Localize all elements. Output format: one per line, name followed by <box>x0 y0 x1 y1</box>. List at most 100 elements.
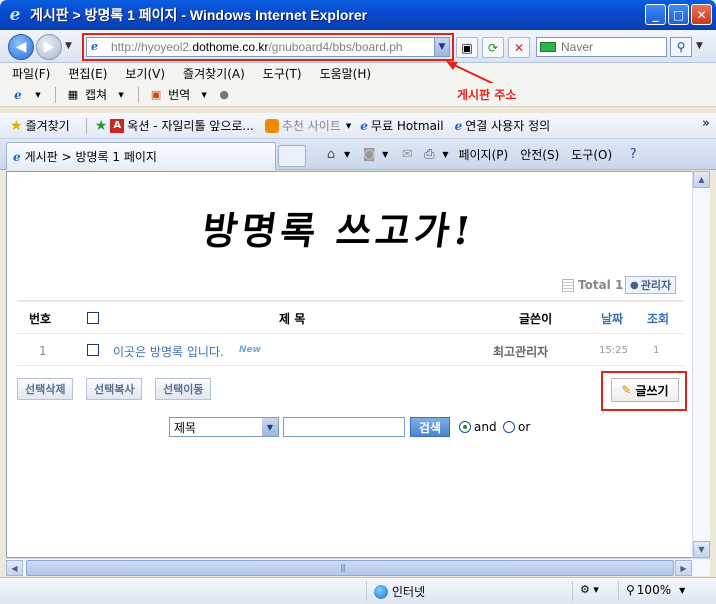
auction-site-icon: A <box>110 118 125 133</box>
history-dropdown-icon[interactable]: ▼ <box>65 41 72 51</box>
search-field-select[interactable]: 제목 ▼ <box>169 417 279 437</box>
header-date[interactable]: 날짜 <box>601 310 623 327</box>
mail-icon[interactable]: ✉ <box>398 145 416 163</box>
settings-circle-icon[interactable]: ● <box>216 87 232 103</box>
feed-dropdown-icon[interactable]: ▼ <box>382 150 388 159</box>
close-button[interactable]: ✕ <box>691 4 712 25</box>
add-favorite-icon[interactable]: ★ <box>95 118 108 134</box>
back-button[interactable]: ◀ <box>8 34 34 60</box>
search-box[interactable] <box>536 37 667 57</box>
new-badge: New <box>239 345 261 355</box>
translate-button[interactable]: 번역 <box>168 86 190 103</box>
tab-active[interactable]: e 게시판 > 방명록 1 페이지 <box>6 142 276 170</box>
search-go-button[interactable]: ⚲ <box>670 37 692 57</box>
zoom-magnifier-icon: ⚲ <box>626 583 635 597</box>
compat-view-icon[interactable]: ▣ <box>456 37 478 58</box>
horizontal-scrollbar[interactable]: ◀ ||| ▶ <box>6 558 710 576</box>
menu-file[interactable]: 파일(F) <box>12 65 50 82</box>
row-writer[interactable]: 최고관리자 <box>493 343 548 360</box>
refresh-icon[interactable]: ⟳ <box>482 37 504 58</box>
header-num: 번호 <box>29 312 52 326</box>
row-num: 1 <box>39 344 47 358</box>
help-icon[interactable]: ? <box>624 145 642 163</box>
tools-menu-button[interactable]: 도구(O) <box>571 146 612 163</box>
capture-dropdown-icon[interactable]: ▼ <box>113 87 129 103</box>
address-annotation-label: 게시판 주소 <box>457 88 517 102</box>
scroll-right-icon[interactable]: ▶ <box>675 560 692 576</box>
address-highlight-box <box>82 33 454 61</box>
favorite-item[interactable]: 연결 사용자 정의 <box>465 117 550 134</box>
page-menu-button[interactable]: 페이지(P) <box>458 146 508 163</box>
pin-icon: ● <box>630 279 639 291</box>
zoom-dropdown-icon[interactable]: ▼ <box>679 586 685 595</box>
menu-favorites[interactable]: 즐겨찾기(A) <box>183 65 245 82</box>
admin-button[interactable]: ● 관리자 <box>625 276 677 294</box>
copy-selected-button[interactable]: 선택복사 <box>86 378 143 400</box>
search-input[interactable] <box>561 40 661 54</box>
menu-edit[interactable]: 편집(E) <box>68 65 107 82</box>
radio-and[interactable] <box>459 421 471 433</box>
print-icon[interactable]: ⎙ <box>420 145 438 163</box>
zoom-level[interactable]: ⚲ 100% ▼ <box>626 583 685 597</box>
capture-button[interactable]: 캡쳐 <box>85 86 107 103</box>
safety-menu-button[interactable]: 안전(S) <box>520 146 559 163</box>
back-arrow-icon: ◀ <box>15 39 27 55</box>
header-hits[interactable]: 조회 <box>647 310 669 327</box>
row-date: 15:25 <box>599 345 628 356</box>
tab-label: 게시판 > 방명록 1 페이지 <box>24 150 157 164</box>
ie-menu-icon[interactable]: e <box>10 87 26 103</box>
select-dropdown-icon: ▼ <box>262 418 278 436</box>
home-dropdown-icon[interactable]: ▼ <box>344 150 350 159</box>
suggested-dropdown-icon[interactable]: ▼ <box>346 122 351 130</box>
favorite-item[interactable]: 추천 사이트 <box>282 117 341 134</box>
suggested-sites-icon <box>264 118 279 133</box>
print-dropdown-icon[interactable]: ▼ <box>442 150 448 159</box>
favorites-star-icon: ★ <box>10 117 23 134</box>
forward-arrow-icon: ▶ <box>43 39 55 55</box>
row-subject-link[interactable]: 이곳은 방명록 입니다. <box>113 343 224 360</box>
page-icon: e <box>454 118 463 133</box>
ie-menu-dropdown-icon[interactable]: ▼ <box>30 87 46 103</box>
rss-feed-icon[interactable]: ◙ <box>360 145 378 163</box>
stop-icon[interactable]: ✕ <box>508 37 530 58</box>
scroll-left-icon[interactable]: ◀ <box>6 560 23 576</box>
scroll-down-icon[interactable]: ▼ <box>693 541 710 558</box>
favorites-button[interactable]: 즐겨찾기 <box>26 117 70 134</box>
new-tab-button[interactable] <box>278 145 306 167</box>
title-bar[interactable]: e 게시판 > 방명록 1 페이지 - Windows Internet Exp… <box>0 0 716 30</box>
delete-selected-button[interactable]: 선택삭제 <box>17 378 74 400</box>
scroll-thumb[interactable] <box>26 560 674 576</box>
radio-or[interactable] <box>503 421 515 433</box>
board-title: 방명록 쓰고가! <box>199 208 478 253</box>
header-subject: 제 목 <box>279 312 306 326</box>
favorite-item[interactable]: 무료 Hotmail <box>371 117 444 134</box>
menu-tools[interactable]: 도구(T) <box>263 65 302 82</box>
links-toolbar: e ▼ ▦ 캡쳐 ▼ ▣ 번역 ▼ ● <box>0 83 716 107</box>
more-chevron-icon[interactable]: » <box>702 116 710 131</box>
move-selected-button[interactable]: 선택이동 <box>155 378 212 400</box>
search-options-dropdown-icon[interactable]: ▼ <box>696 41 703 51</box>
select-all-checkbox[interactable] <box>87 312 99 324</box>
board-search-button[interactable]: 검색 <box>410 417 450 437</box>
row-checkbox[interactable] <box>87 344 99 356</box>
scroll-up-icon[interactable]: ▲ <box>693 171 710 188</box>
home-icon[interactable]: ⌂ <box>322 145 340 163</box>
minimize-button[interactable]: _ <box>645 4 666 25</box>
page-icon: e <box>360 118 368 133</box>
radio-or-label: or <box>518 420 531 434</box>
translate-dropdown-icon[interactable]: ▼ <box>196 87 212 103</box>
security-zone[interactable]: 인터넷 <box>374 583 425 600</box>
favorite-item[interactable]: 옥션 - 자일리톨 앞으로... <box>127 117 254 134</box>
board-search-input[interactable] <box>283 417 405 437</box>
list-icon <box>562 278 574 292</box>
menu-view[interactable]: 보기(V) <box>125 65 165 82</box>
vertical-scrollbar[interactable]: ▲ ▼ <box>692 171 710 558</box>
table-header: 번호 제 목 글쓴이 날짜 조회 <box>17 300 683 334</box>
protected-mode-icon[interactable]: ⚙ ▾ <box>580 583 599 596</box>
page-content: 방명록 쓰고가! Total 1 ● 관리자 번호 제 목 글쓴이 날짜 조회 … <box>6 171 710 558</box>
total-count: Total 1 <box>562 278 623 292</box>
menu-help[interactable]: 도움말(H) <box>320 65 372 82</box>
forward-button[interactable]: ▶ <box>36 34 62 60</box>
ie-logo-icon: e <box>9 5 21 25</box>
maximize-button[interactable]: □ <box>668 4 689 25</box>
